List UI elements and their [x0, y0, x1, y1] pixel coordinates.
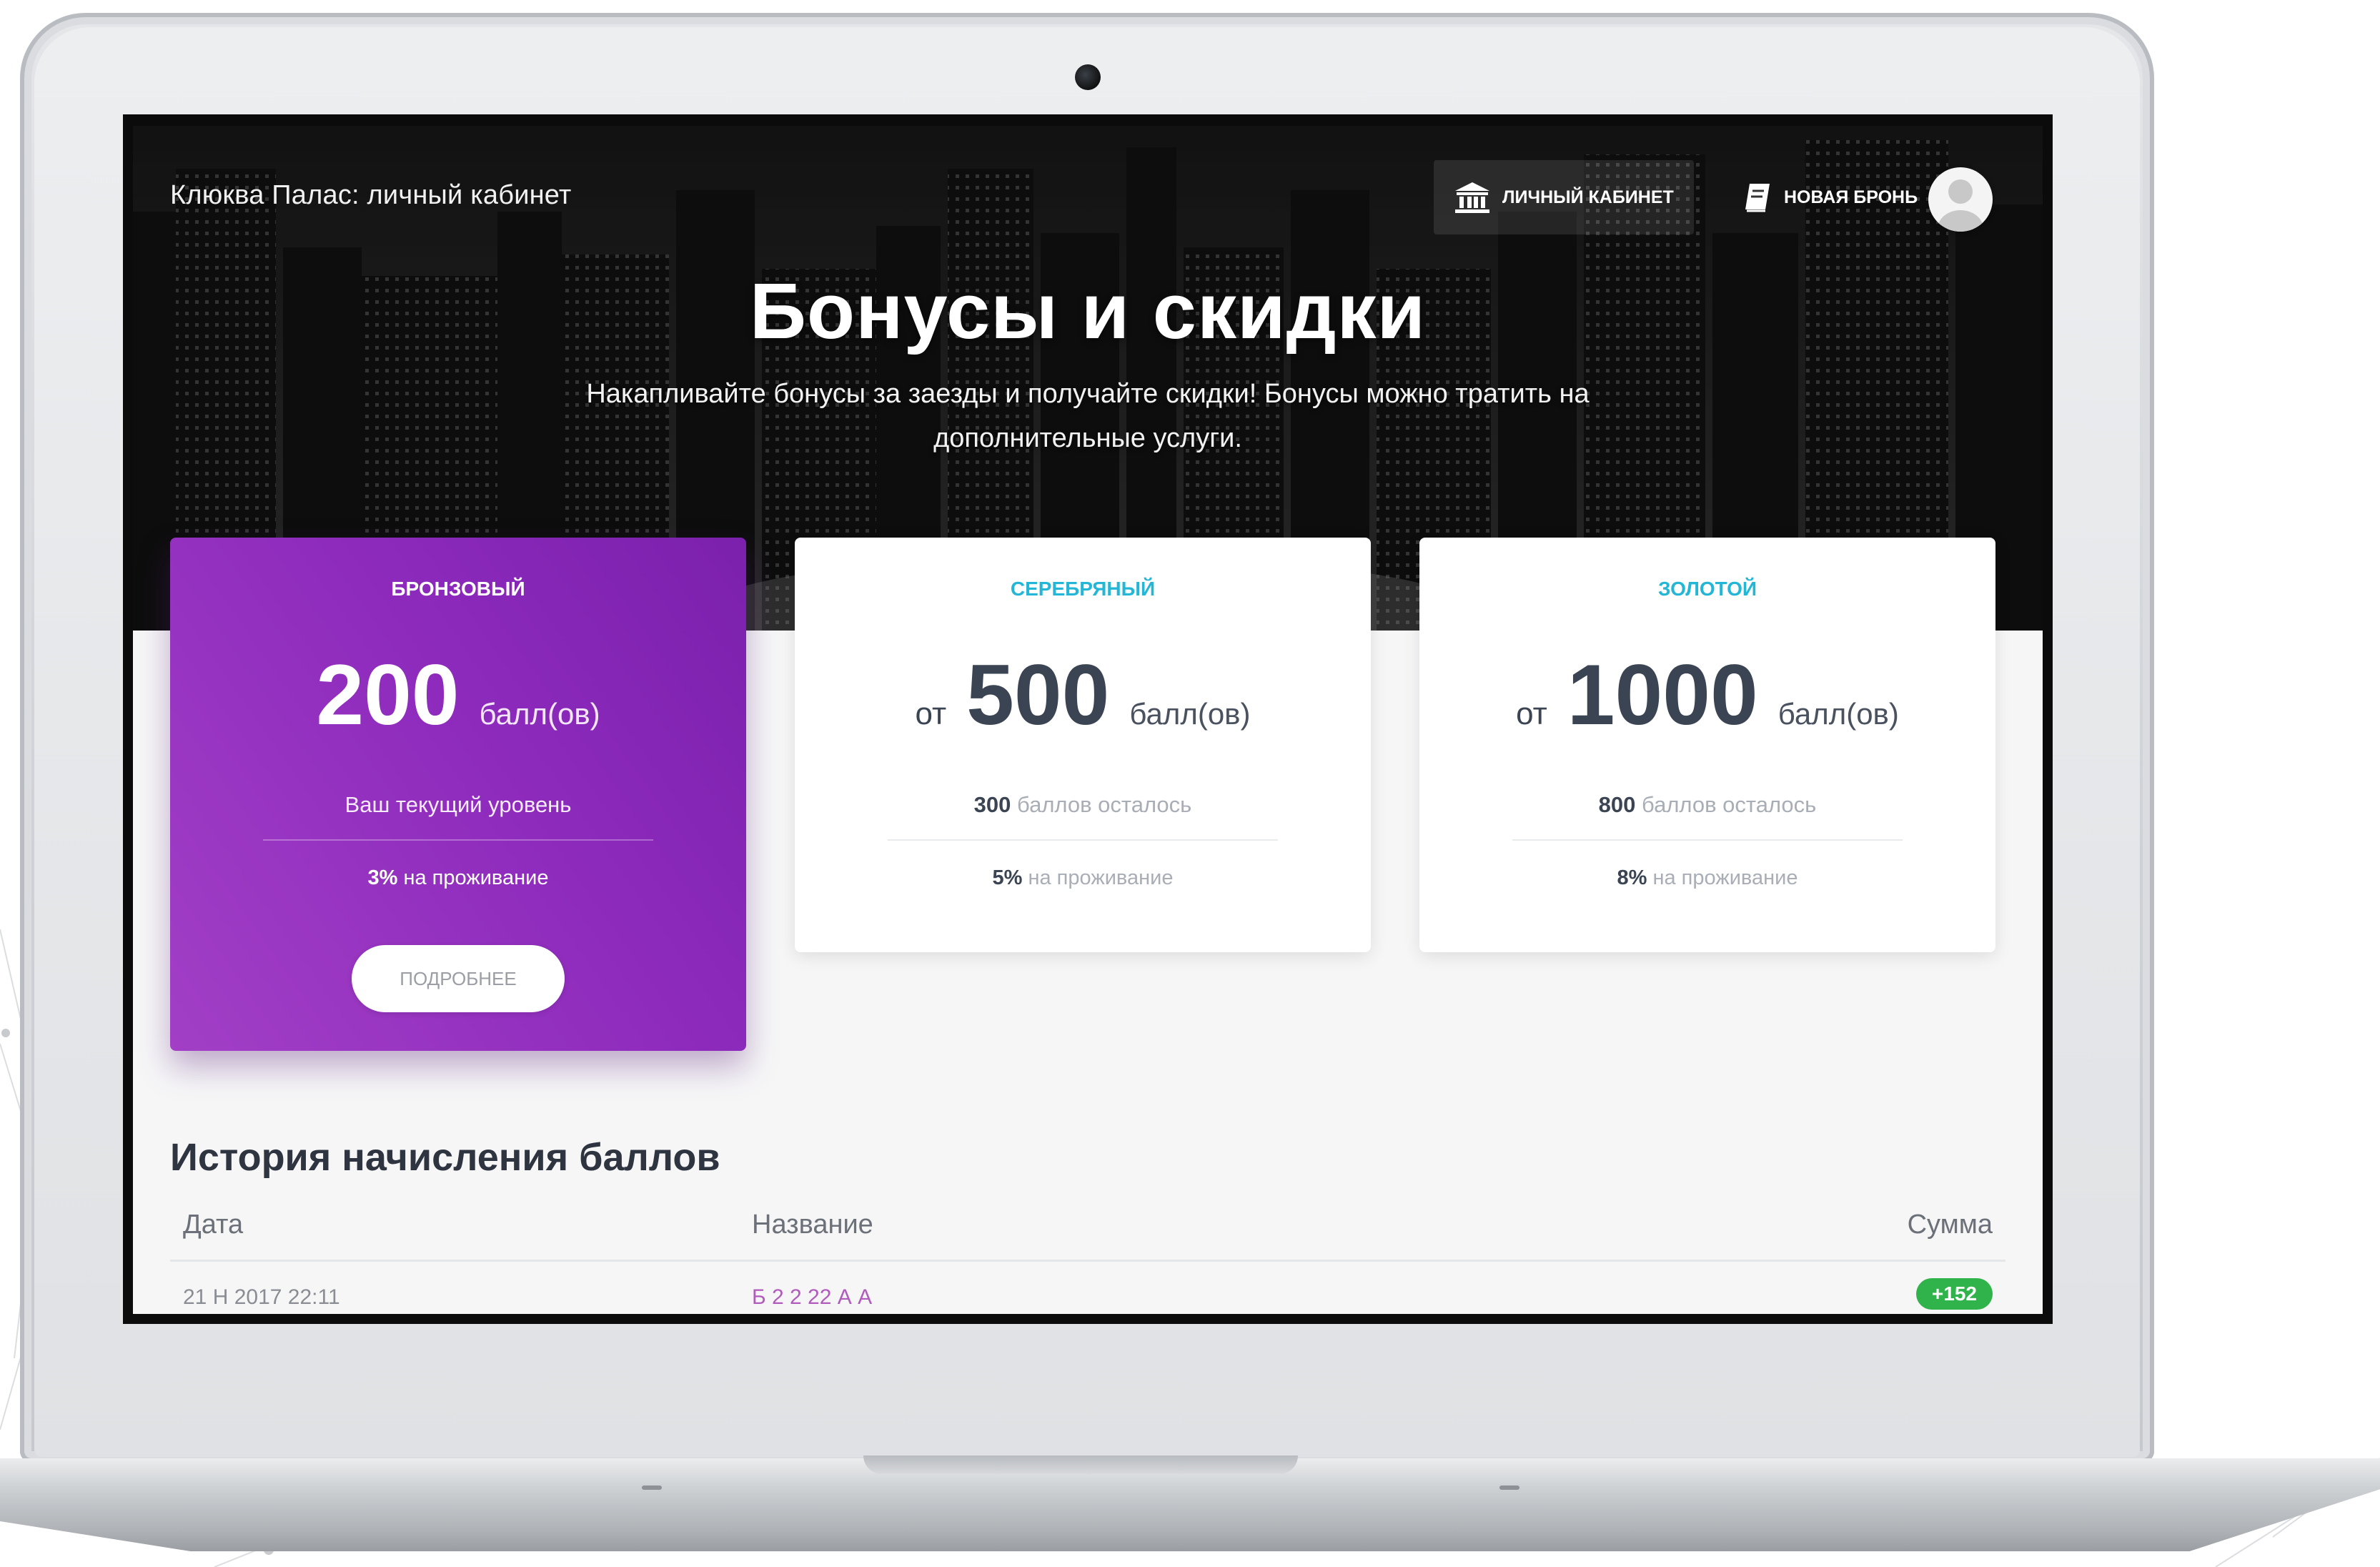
remaining-text: баллов осталось [1017, 792, 1192, 817]
bank-icon [1455, 182, 1489, 213]
tier-card-silver: СЕРЕБРЯНЫЙ от 500 балл(ов) 300 баллов ос… [795, 538, 1371, 952]
laptop-base-mark [1499, 1486, 1519, 1490]
more-details-button[interactable]: ПОДРОБНЕЕ [352, 945, 565, 1012]
laptop-opening-notch [863, 1455, 1298, 1474]
laptop-base-mark [642, 1486, 662, 1490]
points-unit: балл(ов) [1777, 697, 1899, 731]
remaining-value: 300 [973, 792, 1011, 817]
discount-text: на проживание [1028, 866, 1174, 889]
row-sum-badge: +152 [1915, 1278, 1993, 1310]
column-header-sum[interactable]: Сумма [1908, 1210, 1993, 1240]
tier-name: БРОНЗОВЫЙ [391, 578, 525, 600]
column-header-name[interactable]: Название [752, 1210, 873, 1240]
tier-discount: 3% на проживание [170, 866, 746, 890]
book-icon [1745, 184, 1770, 212]
remaining-value: 800 [1598, 792, 1636, 817]
row-date: 21 Н 2017 22:11 [183, 1285, 340, 1309]
card-divider [263, 839, 653, 841]
webcam-icon [1075, 64, 1101, 90]
user-avatar-icon[interactable] [1928, 167, 1993, 232]
discount-percent: 5% [992, 866, 1023, 889]
tier-card-bronze: БРОНЗОВЫЙ 200 балл(ов) Ваш текущий урове… [170, 538, 746, 1051]
tier-name: СЕРЕБРЯНЫЙ [1010, 578, 1156, 600]
points-unit: балл(ов) [479, 697, 600, 731]
points-prefix: от [1516, 696, 1547, 731]
tier-discount: 5% на проживание [795, 866, 1371, 890]
tier-points: от 500 балл(ов) [795, 652, 1371, 738]
current-level-label: Ваш текущий уровень [344, 792, 572, 817]
tier-name: ЗОЛОТОЙ [1658, 578, 1757, 600]
tier-points: 200 балл(ов) [170, 652, 746, 738]
table-row: 21 Н 2017 22:11 Б 2 2 22 А А +152 [170, 1270, 2005, 1314]
points-remaining: 300 баллов осталось [795, 792, 1371, 818]
points-remaining: 800 баллов осталось [1419, 792, 1995, 818]
points-value: 200 [316, 647, 460, 743]
page-title: Бонусы и скидки [749, 267, 1427, 355]
history-table-header: Дата Название Сумма [170, 1177, 2005, 1262]
column-header-date[interactable]: Дата [183, 1210, 243, 1240]
discount-text: на проживание [403, 866, 549, 889]
app-brand-title[interactable]: Клюква Палас: личный кабинет [170, 180, 571, 211]
tier-points: от 1000 балл(ов) [1419, 652, 1995, 738]
tier-card-gold: ЗОЛОТОЙ от 1000 балл(ов) 800 баллов оста… [1419, 538, 1995, 952]
remaining-text: баллов осталось [1642, 792, 1817, 817]
points-value: 1000 [1567, 647, 1758, 743]
history-section-title: История начисления баллов [170, 1136, 720, 1179]
card-divider [1512, 839, 1903, 841]
nav-personal-cabinet[interactable]: ЛИЧНЫЙ КАБИНЕТ [1434, 160, 1694, 234]
nav-personal-cabinet-label: ЛИЧНЫЙ КАБИНЕТ [1502, 187, 1674, 207]
discount-text: на проживание [1652, 866, 1798, 889]
app-screen: Клюква Палас: личный кабинет ЛИЧНЫЙ КАБИ… [133, 126, 2043, 1314]
discount-percent: 3% [367, 866, 398, 889]
points-prefix: от [915, 696, 947, 731]
page-subtitle: Накапливайте бонусы за заезды и получайт… [586, 379, 1590, 453]
nav-new-booking-label: НОВАЯ БРОНЬ [1784, 187, 1918, 207]
nav-new-booking[interactable]: НОВАЯ БРОНЬ [1722, 160, 1938, 234]
points-unit: балл(ов) [1129, 697, 1251, 731]
tier-discount: 8% на проживание [1419, 866, 1995, 890]
discount-percent: 8% [1617, 866, 1647, 889]
points-value: 500 [966, 647, 1110, 743]
row-name-link[interactable]: Б 2 2 22 А А [752, 1285, 872, 1310]
card-divider [888, 839, 1278, 841]
